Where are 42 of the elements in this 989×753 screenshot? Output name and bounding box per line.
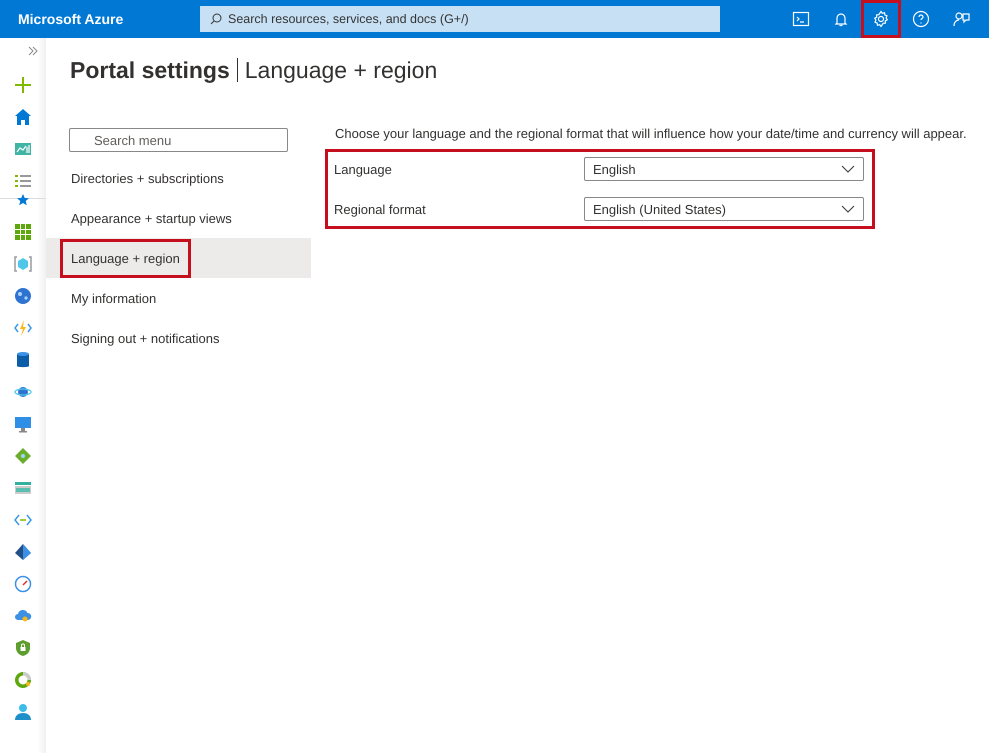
lightning-icon[interactable] [14,319,32,337]
search-field[interactable]: Search resources, services, and docs (G+/) [200,6,720,32]
chevron-down-icon [841,165,855,173]
menu-item[interactable]: My information [46,278,311,318]
search-icon [210,13,222,25]
field-label: Regional format [334,202,427,216]
terminal-icon [792,10,810,28]
expand-icon[interactable] [28,46,38,56]
list-icon[interactable] [14,172,32,190]
pyramid-icon[interactable] [14,543,32,561]
grid-icon[interactable] [14,223,32,241]
diamond-icon[interactable] [14,447,32,465]
chevron-down-icon [841,205,855,213]
intro-text: Choose your language and the regional format that will influence how your date/time and currency will appear. [335,126,967,141]
menu-item[interactable]: Directories + subscriptions [46,158,311,198]
person-icon[interactable] [14,703,32,721]
gauge-icon[interactable] [14,575,32,593]
shield-icon[interactable] [14,639,32,657]
page-subtitle: Language + region [244,56,438,84]
menu-item[interactable]: Appearance + startup views [46,198,311,238]
menu-item[interactable]: Signing out + notifications [46,318,311,358]
page-title: Portal settings [70,56,230,84]
database-icon[interactable] [14,351,32,369]
coin-icon[interactable] [14,671,32,689]
menu-item[interactable]: Language + region [46,238,311,278]
brand-title: Microsoft Azure [18,11,124,27]
person-chat-icon [952,10,970,28]
menu-search-field[interactable]: Search menu [69,128,288,152]
field-label: Language [334,162,393,176]
monitor-icon[interactable] [14,415,32,433]
globe-icon[interactable] [14,287,32,305]
storage-icon[interactable] [14,479,32,497]
cube-icon[interactable] [14,255,32,273]
title-separator [236,58,238,82]
dropdown[interactable]: English (United States) [584,197,864,221]
home-icon[interactable] [14,108,32,126]
gear-icon [872,10,890,28]
question-icon [912,10,930,28]
plus-icon[interactable] [14,76,32,94]
dropdown[interactable]: English [584,157,864,181]
chart-icon[interactable] [14,140,32,158]
settings-button[interactable] [861,0,901,38]
